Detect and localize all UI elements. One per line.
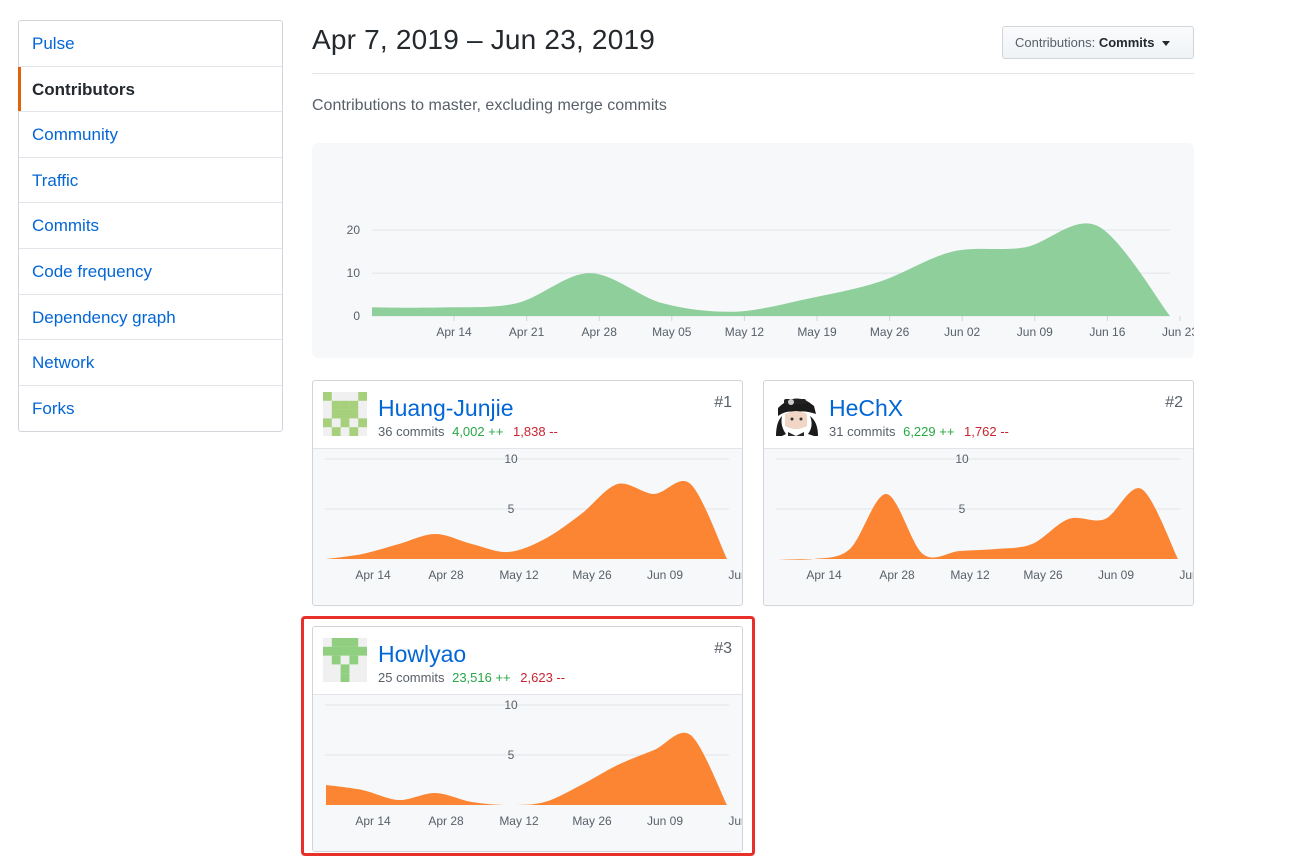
y-tick-label: 10 (504, 452, 518, 466)
contributor-chart: 5 10 Apr 14 Apr 28 May 12 May 26 Jun 09 Jun (313, 695, 742, 851)
x-tick-label: Jun 09 (647, 814, 683, 828)
page-title-date-range: Apr 7, 2019 – Jun 23, 2019 (312, 24, 656, 55)
chart-area-series (372, 223, 1170, 316)
main-chart-svg: 0 10 20 Apr 14 Apr 21 Apr 28 May 05 May 12 May 1… (347, 223, 1194, 339)
x-tick-label: May 12 (499, 814, 539, 828)
x-tick-label: May 19 (797, 325, 837, 339)
sidebar-item-community[interactable]: Community (19, 112, 282, 158)
y-tick-label: 10 (347, 266, 361, 280)
x-tick-label: Jun (728, 814, 742, 828)
x-tick-label: Apr 14 (355, 814, 391, 828)
contributor-name-link[interactable]: HeChX (829, 395, 903, 422)
x-tick-label: Apr 28 (428, 814, 464, 828)
additions-count: 4,002 ++ (452, 424, 504, 439)
contributor-rank: #2 (1165, 394, 1183, 411)
y-tick-label: 5 (508, 502, 515, 516)
x-tick-label: Apr 21 (509, 325, 545, 339)
contributor-card-3: Howlyao 25 commits 23,516 ++ 2,623 -- #3… (312, 626, 743, 852)
x-tick-label: Jun 16 (1089, 325, 1125, 339)
x-tick-label: Jun 23 (1162, 325, 1194, 339)
sidebar-item-forks[interactable]: Forks (19, 386, 282, 432)
x-tick-label: May 12 (725, 325, 765, 339)
x-tick-label: Apr 28 (582, 325, 618, 339)
additions-count: 23,516 ++ (452, 670, 511, 685)
header-divider (312, 73, 1194, 74)
x-tick-label: Jun 09 (1017, 325, 1053, 339)
additions-count: 6,229 ++ (903, 424, 955, 439)
identicon-green-icon[interactable] (323, 638, 367, 682)
identicon-green-icon[interactable] (323, 392, 367, 436)
contributions-type-select[interactable]: Contributions: Commits (1002, 26, 1194, 59)
x-tick-label: Jun (1179, 568, 1193, 582)
x-tick-label: Apr 14 (806, 568, 842, 582)
x-tick-label: Jun 02 (944, 325, 980, 339)
deletions-count: 2,623 -- (520, 670, 566, 685)
x-tick-label: Apr 28 (428, 568, 464, 582)
contributor-card-2: HeChX 31 commits 6,229 ++ 1,762 -- #2 5 1… (763, 380, 1194, 606)
y-tick-label: 10 (504, 698, 518, 712)
y-tick-label: 5 (508, 748, 515, 762)
contributor-card-header: Huang-Junjie 36 commits 4,002 ++ 1,838 -… (313, 381, 742, 449)
x-tick-label: May 12 (499, 568, 539, 582)
contributor-stats: 25 commits 23,516 ++ 2,623 -- (378, 670, 565, 685)
sidebar-item-pulse[interactable]: Pulse (19, 21, 282, 67)
contributor-stats: 31 commits 6,229 ++ 1,762 -- (829, 424, 1009, 439)
main-contributions-chart: 0 10 20 Apr 14 Apr 21 Apr 28 May 05 May 12 May 1… (312, 143, 1194, 358)
sidebar-item-code-frequency[interactable]: Code frequency (19, 249, 282, 295)
contributor-chart: 5 10 Apr 14 Apr 28 May 12 May 26 Jun 09 Jun (764, 449, 1193, 605)
y-tick-label: 0 (353, 309, 360, 323)
y-tick-label: 20 (347, 223, 361, 237)
x-tick-label: May 26 (572, 814, 612, 828)
x-tick-label: Apr 14 (436, 325, 472, 339)
x-tick-label: Jun (728, 568, 742, 582)
x-tick-label: May 05 (652, 325, 692, 339)
x-tick-label: Jun 09 (1098, 568, 1134, 582)
commit-count: 36 commits (378, 424, 445, 439)
sidebar-item-network[interactable]: Network (19, 340, 282, 386)
chart-area-series (777, 488, 1178, 560)
x-tick-label: Apr 14 (355, 568, 391, 582)
deletions-count: 1,838 -- (513, 424, 558, 439)
x-tick-label: May 26 (1023, 568, 1063, 582)
contributions-subtitle: Contributions to master, excluding merge… (312, 97, 667, 114)
y-tick-label: 10 (955, 452, 969, 466)
caret-down-icon (1162, 41, 1171, 47)
select-value: Commits (1098, 35, 1155, 50)
sidebar-item-dependency-graph[interactable]: Dependency graph (19, 295, 282, 341)
x-tick-label: Apr 28 (879, 568, 915, 582)
contributor-stats: 36 commits 4,002 ++ 1,838 -- (378, 424, 558, 439)
contributor-chart-svg: 5 10 Apr 14 Apr 28 May 12 May 26 Jun 09 Jun (325, 698, 742, 828)
y-tick-label: 5 (959, 502, 966, 516)
select-prefix-label: Contributions: (1015, 35, 1096, 50)
contributor-chart-svg: 5 10 Apr 14 Apr 28 May 12 May 26 Jun 09 Jun (776, 452, 1193, 582)
commit-count: 25 commits (378, 670, 445, 685)
contributor-card-header: Howlyao 25 commits 23,516 ++ 2,623 -- #3 (313, 627, 742, 695)
sidebar-item-traffic[interactable]: Traffic (19, 158, 282, 204)
contributor-rank: #1 (714, 394, 732, 411)
sidebar-item-contributors[interactable]: Contributors (18, 66, 282, 113)
chart-area-series (326, 481, 727, 559)
contributor-card-1: Huang-Junjie 36 commits 4,002 ++ 1,838 -… (312, 380, 743, 606)
contributor-rank: #3 (714, 640, 732, 657)
contributor-name-link[interactable]: Huang-Junjie (378, 395, 514, 422)
sidebar-item-commits[interactable]: Commits (19, 203, 282, 249)
contributor-chart: 5 10 Apr 14 Apr 28 May 12 May 26 Jun 09 Jun (313, 449, 742, 605)
contributor-name-link[interactable]: Howlyao (378, 641, 466, 668)
deletions-count: 1,762 -- (964, 424, 1009, 439)
contributor-chart-svg: 5 10 Apr 14 Apr 28 May 12 May 26 Jun 09 Jun (325, 452, 742, 582)
x-tick-label: May 12 (950, 568, 990, 582)
repo-insights-sidebar: Pulse Contributors Community Traffic Com… (18, 20, 283, 433)
x-tick-label: May 26 (870, 325, 910, 339)
contributor-card-header: HeChX 31 commits 6,229 ++ 1,762 -- #2 (764, 381, 1193, 449)
x-tick-label: May 26 (572, 568, 612, 582)
anime-avatar-icon[interactable] (774, 392, 818, 436)
chart-area-series (326, 732, 727, 806)
commit-count: 31 commits (829, 424, 896, 439)
x-tick-label: Jun 09 (647, 568, 683, 582)
